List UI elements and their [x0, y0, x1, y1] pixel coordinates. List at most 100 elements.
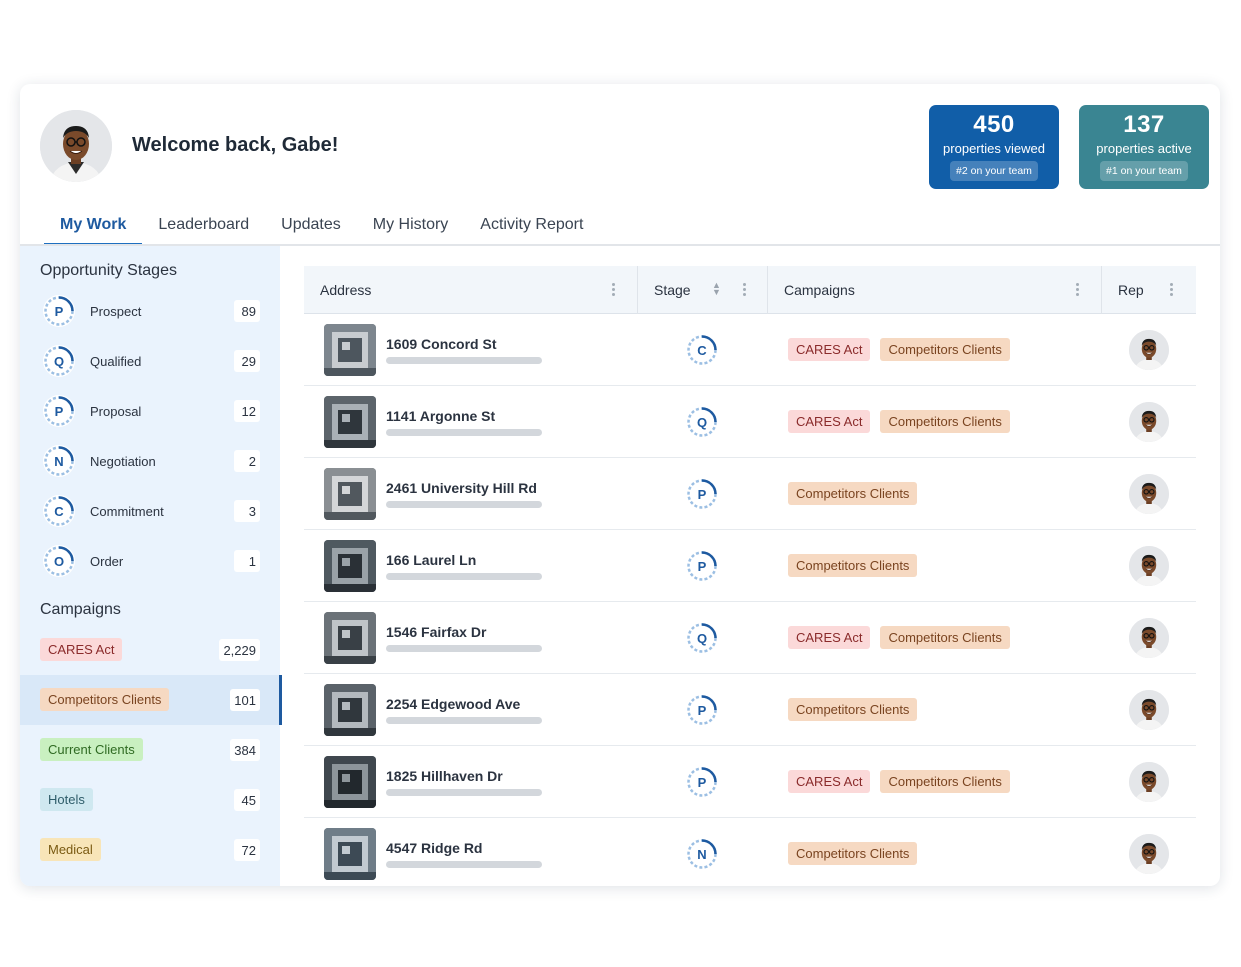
campaign-tags: CARES Act Competitors Clients — [788, 410, 1010, 433]
campaign-item[interactable]: CARES Act 2,229 — [20, 625, 280, 675]
campaign-tag[interactable]: CARES Act — [788, 338, 871, 361]
rep-avatar[interactable] — [1129, 618, 1169, 658]
tab-leaderboard[interactable]: Leaderboard — [142, 206, 265, 246]
property-thumbnail[interactable] — [324, 684, 376, 736]
campaign-tags: Competitors Clients — [788, 554, 918, 577]
stage-letter: P — [697, 486, 707, 502]
property-thumbnail[interactable] — [324, 828, 376, 880]
stage-count: 29 — [234, 350, 260, 372]
campaign-item[interactable]: Current Clients 384 — [20, 725, 280, 775]
stage-badge-icon[interactable]: P — [686, 766, 718, 798]
campaign-tag[interactable]: Competitors Clients — [788, 554, 918, 577]
stage-badge-icon[interactable]: Q — [686, 406, 718, 438]
column-divider[interactable] — [767, 266, 768, 314]
column-divider[interactable] — [1101, 266, 1102, 314]
user-avatar[interactable] — [40, 110, 112, 182]
rep-avatar[interactable] — [1129, 762, 1169, 802]
campaign-tag[interactable]: CARES Act — [788, 770, 871, 793]
column-header-stage[interactable]: Stage — [654, 266, 691, 314]
campaign-tag[interactable]: CARES Act — [788, 626, 871, 649]
column-menu-icon[interactable] — [743, 283, 747, 297]
campaign-tag[interactable]: Competitors Clients — [880, 410, 1010, 433]
campaign-item[interactable]: Competitors Clients 101 — [20, 675, 282, 725]
stage-item[interactable]: O Order 1 — [20, 540, 280, 580]
property-thumbnail[interactable] — [324, 540, 376, 592]
address-placeholder-bar — [386, 789, 542, 796]
stage-badge-icon[interactable]: N — [686, 838, 718, 870]
column-header-campaigns[interactable]: Campaigns — [784, 266, 855, 314]
stage-badge-icon[interactable]: Q — [686, 622, 718, 654]
rep-avatar[interactable] — [1129, 474, 1169, 514]
column-divider[interactable] — [637, 266, 638, 314]
stage-badge-icon: P — [43, 395, 75, 427]
stat-label: properties active — [1096, 141, 1192, 156]
column-menu-icon[interactable] — [612, 283, 616, 297]
stage-badge-icon[interactable]: P — [686, 694, 718, 726]
property-address[interactable]: 2461 University Hill Rd — [386, 480, 537, 496]
property-thumbnail[interactable] — [324, 468, 376, 520]
property-address[interactable]: 1825 Hillhaven Dr — [386, 768, 503, 784]
table-row[interactable]: 1141 Argonne St Q CARES Act Competitors Cli… — [304, 386, 1196, 458]
tab-my-work[interactable]: My Work — [44, 206, 143, 246]
campaign-tags: CARES Act Competitors Clients — [788, 626, 1010, 649]
column-header-rep[interactable]: Rep — [1118, 266, 1144, 314]
property-address[interactable]: 1141 Argonne St — [386, 408, 495, 424]
property-address[interactable]: 166 Laurel Ln — [386, 552, 476, 568]
property-address[interactable]: 4547 Ridge Rd — [386, 840, 482, 856]
campaign-tag[interactable]: Competitors Clients — [880, 338, 1010, 361]
welcome-title: Welcome back, Gabe! — [132, 134, 339, 156]
column-menu-icon[interactable] — [1076, 283, 1080, 297]
rep-avatar[interactable] — [1129, 690, 1169, 730]
campaign-tag[interactable]: Competitors Clients — [880, 626, 1010, 649]
stage-badge-icon: P — [43, 295, 75, 327]
rep-avatar[interactable] — [1129, 402, 1169, 442]
table-row[interactable]: 2254 Edgewood Ave P Competitors Clients — [304, 674, 1196, 746]
rep-avatar[interactable] — [1129, 834, 1169, 874]
table-row[interactable]: 1825 Hillhaven Dr P CARES Act Competitors C… — [304, 746, 1196, 818]
table-row[interactable]: 1609 Concord St C CARES Act Competitors Cli… — [304, 314, 1196, 386]
campaign-tag[interactable]: Competitors Clients — [788, 698, 918, 721]
stage-letter: Q — [696, 630, 708, 646]
tab-my-history[interactable]: My History — [357, 206, 465, 246]
rep-avatar[interactable] — [1129, 330, 1169, 370]
property-address[interactable]: 2254 Edgewood Ave — [386, 696, 520, 712]
stage-letter: C — [54, 503, 64, 519]
table-row[interactable]: 1546 Fairfax Dr Q CARES Act Competitors Cli… — [304, 602, 1196, 674]
campaign-tag[interactable]: CARES Act — [788, 410, 871, 433]
stage-item[interactable]: C Commitment 3 — [20, 490, 280, 530]
sort-icon[interactable]: ▲ ▼ — [712, 281, 721, 297]
stage-badge-icon[interactable]: C — [686, 334, 718, 366]
campaign-item[interactable]: Medical 72 — [20, 825, 280, 875]
sidebar: Opportunity Stages P Prospect 89 Q Qualified… — [20, 246, 282, 886]
stage-badge-icon: N — [43, 445, 75, 477]
property-thumbnail[interactable] — [324, 612, 376, 664]
table-row[interactable]: 166 Laurel Ln P Competitors Clients — [304, 530, 1196, 602]
campaign-tags: Competitors Clients — [788, 842, 918, 865]
property-thumbnail[interactable] — [324, 324, 376, 376]
table-row[interactable]: 4547 Ridge Rd N Competitors Clients — [304, 818, 1196, 886]
campaign-tag[interactable]: Competitors Clients — [788, 842, 918, 865]
stage-item[interactable]: P Proposal 12 — [20, 390, 280, 430]
stage-badge-icon[interactable]: P — [686, 550, 718, 582]
stage-letter: N — [54, 453, 64, 469]
campaign-tag[interactable]: Competitors Clients — [880, 770, 1010, 793]
property-address[interactable]: 1609 Concord St — [386, 336, 496, 352]
property-address[interactable]: 1546 Fairfax Dr — [386, 624, 486, 640]
campaign-item[interactable]: Hotels 45 — [20, 775, 280, 825]
column-menu-icon[interactable] — [1170, 283, 1174, 297]
stage-item[interactable]: N Negotiation 2 — [20, 440, 280, 480]
property-thumbnail[interactable] — [324, 396, 376, 448]
stage-item[interactable]: P Prospect 89 — [20, 290, 280, 330]
tab-activity-report[interactable]: Activity Report — [464, 206, 599, 246]
stage-item[interactable]: Q Qualified 29 — [20, 340, 280, 380]
property-thumbnail[interactable] — [324, 756, 376, 808]
rep-avatar[interactable] — [1129, 546, 1169, 586]
column-header-address[interactable]: Address — [320, 266, 371, 314]
stage-badge-icon[interactable]: P — [686, 478, 718, 510]
campaign-tags: Competitors Clients — [788, 698, 918, 721]
table-row[interactable]: 2461 University Hill Rd P Competitors Clie… — [304, 458, 1196, 530]
tab-updates[interactable]: Updates — [265, 206, 357, 246]
stage-count: 2 — [234, 450, 260, 472]
campaign-tag[interactable]: Competitors Clients — [788, 482, 918, 505]
address-placeholder-bar — [386, 573, 542, 580]
